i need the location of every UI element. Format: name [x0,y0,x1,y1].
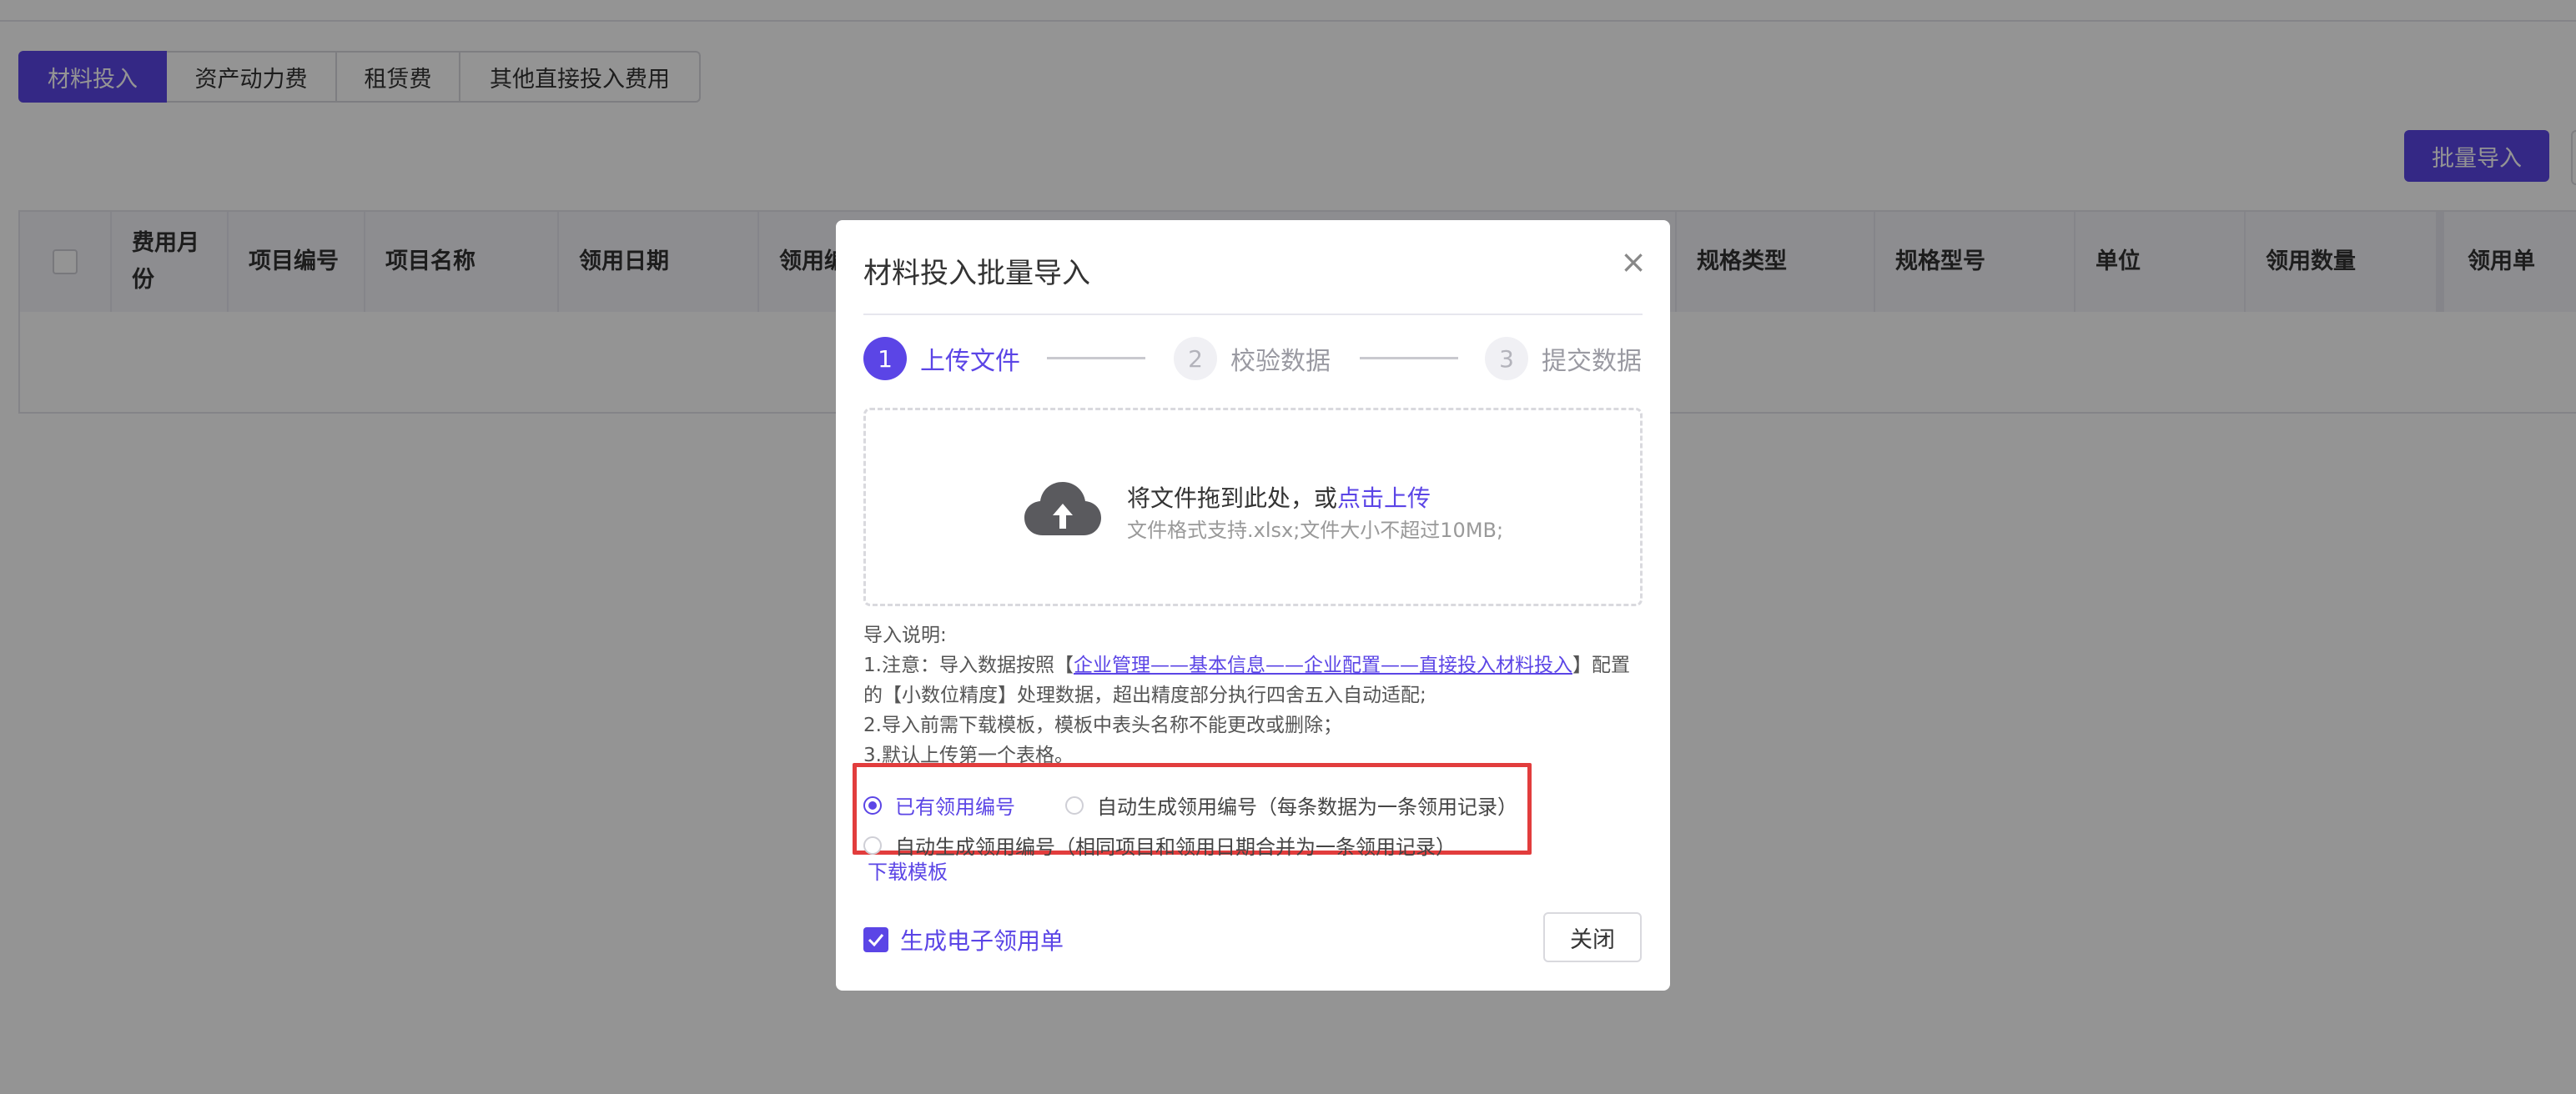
notes-line2: 2.导入前需下载模板，模板中表头名称不能更改或删除； [863,715,1342,736]
notes-heading: 导入说明: [863,625,947,646]
close-button[interactable]: 关闭 [1543,912,1642,962]
checkmark-icon [868,934,884,946]
step-label: 上传文件 [920,347,1020,376]
config-path-link[interactable]: 企业管理——基本信息——企业配置——直接投入材料投入 [1074,655,1572,676]
notes-line1: 1.注意：导入数据按照【企业管理——基本信息——企业配置——直接投入材料投入】配… [863,655,1630,706]
download-template-link[interactable]: 下载模板 [868,856,948,885]
step-validate: 2 校验数据 [1174,335,1331,382]
step-label: 校验数据 [1230,347,1331,376]
step-upload: 1 上传文件 [863,335,1020,382]
option-row-2: 自动生成领用编号（相同项目和领用日期合并为一条领用记录） [863,831,1456,860]
radio-existing-no-label[interactable]: 已有领用编号 [895,790,1015,820]
step-connector [1360,357,1458,359]
import-notes: 导入说明: 1.注意：导入数据按照【企业管理——基本信息——企业配置——直接投入… [863,620,1648,770]
upload-hint: 文件格式支持.xlsx;文件大小不超过10MB; [1127,519,1504,542]
dialog-title: 材料投入批量导入 [863,257,1090,290]
radio-auto-each-label[interactable]: 自动生成领用编号（每条数据为一条领用记录） [1097,790,1517,820]
title-divider [863,314,1643,315]
generate-receipt-checkbox[interactable] [863,927,888,952]
radio-auto-merge[interactable] [863,836,882,855]
radio-auto-merge-label[interactable]: 自动生成领用编号（相同项目和领用日期合并为一条领用记录） [895,831,1456,860]
step-label: 提交数据 [1542,347,1642,376]
radio-existing-no[interactable] [863,795,882,815]
option-row-1: 已有领用编号 自动生成领用编号（每条数据为一条领用记录） [863,790,1517,820]
cloud-upload-icon [1024,482,1101,535]
upload-dropzone[interactable]: 将文件拖到此处，或点击上传 文件格式支持.xlsx;文件大小不超过10MB; [863,408,1643,606]
generate-receipt-label[interactable]: 生成电子领用单 [900,923,1064,956]
close-icon[interactable]: × [1617,245,1650,279]
import-dialog: 材料投入批量导入 × 1 上传文件 2 校验数据 3 提交数据 将文件拖到此处，… [836,220,1670,991]
step-number: 3 [1485,337,1528,380]
step-number: 2 [1174,337,1217,380]
step-number: 1 [863,337,907,380]
radio-auto-each[interactable] [1065,795,1084,815]
click-upload-link[interactable]: 点击上传 [1337,484,1431,512]
generate-receipt-option[interactable]: 生成电子领用单 [863,923,1064,956]
step-submit: 3 提交数据 [1485,335,1642,382]
step-connector [1047,357,1145,359]
upload-text: 将文件拖到此处，或点击上传 [1127,484,1431,512]
